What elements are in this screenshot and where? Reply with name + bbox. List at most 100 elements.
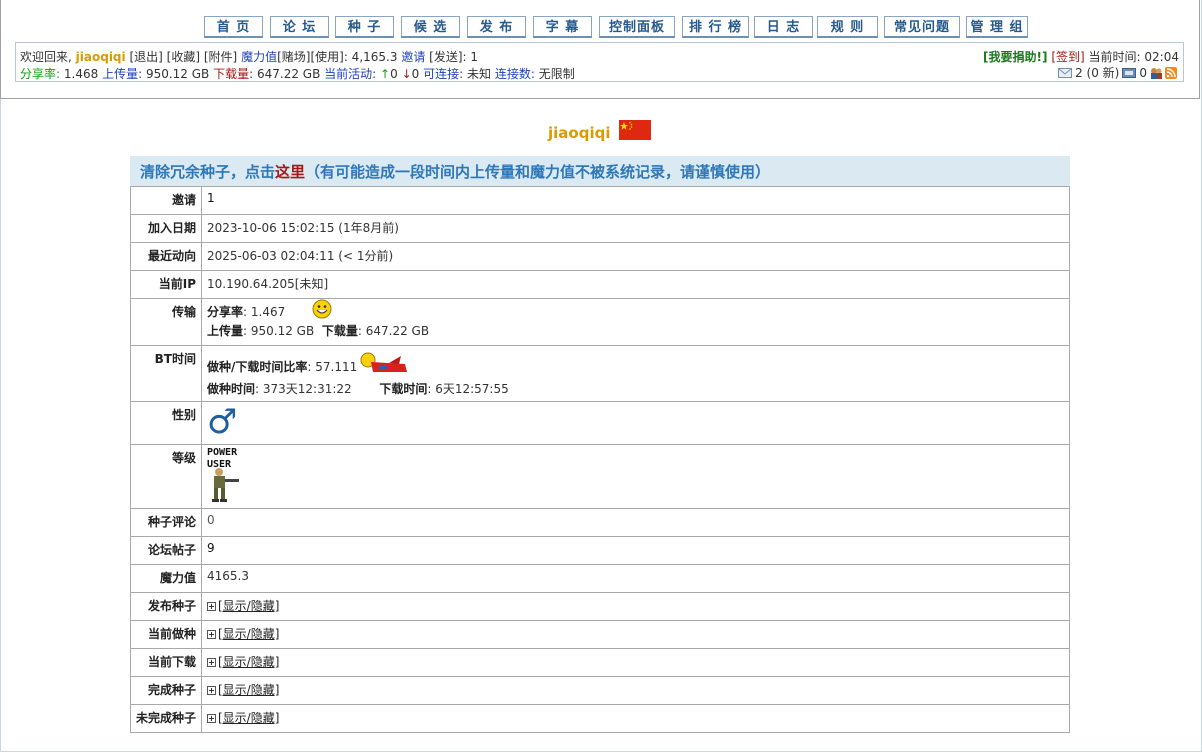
superman-icon xyxy=(360,352,407,372)
activity-label: 当前活动: xyxy=(324,67,377,81)
uploaded-label: 上传量: xyxy=(102,67,143,81)
bonus-value: 4165.3 xyxy=(201,564,1070,593)
gender-label: 性别 xyxy=(130,401,202,445)
expand-icon[interactable] xyxy=(207,602,216,611)
nav-subtitles[interactable]: 字 幕 xyxy=(533,16,592,38)
joined-value: 2023-10-06 15:02:15 (1年8月前) xyxy=(201,214,1070,243)
row-comments: 种子评论 0 xyxy=(130,508,1070,537)
seeding-count: 0 xyxy=(390,67,398,81)
bt-time-label: BT时间 xyxy=(130,345,202,402)
nav-rules[interactable]: 规 则 xyxy=(817,16,878,38)
nav-forum[interactable]: 论 坛 xyxy=(270,16,329,38)
row-bt-time: BT时间 做种/下载时间比率: 57.111 做种时间: 373天12:31:2… xyxy=(130,345,1070,402)
attachments-link[interactable]: [附件] xyxy=(204,50,237,64)
uploaded-torrents-label: 发布种子 xyxy=(130,592,202,621)
invite-value: 1 xyxy=(201,186,1070,215)
last-seen-value: 2025-06-03 02:04:11 (< 1分前) xyxy=(201,242,1070,271)
time-value: 02:04 xyxy=(1144,50,1179,64)
invite-link[interactable]: 邀请 xyxy=(401,50,425,64)
welcome-text: 欢迎回来, xyxy=(20,50,72,64)
seed-time-value: : 373天12:31:22 xyxy=(255,382,352,396)
toggle-seeding-torrents[interactable]: [显示/隐藏] xyxy=(218,627,279,641)
connectable-value: 未知 xyxy=(466,67,491,81)
status-right-1: [我要捐助!] [签到] 当前时间: 02:04 xyxy=(983,48,1179,65)
downloaded-value: : 647.22 GB xyxy=(357,324,430,338)
nav-home[interactable]: 首 页 xyxy=(204,16,263,38)
signin-link[interactable]: [签到] xyxy=(1051,50,1084,64)
row-ip: 当前IP 10.190.64.205[未知] xyxy=(130,270,1070,299)
toggle-completed-torrents[interactable]: [显示/隐藏] xyxy=(218,683,279,697)
uploaded-value: 950.12 GB xyxy=(145,67,210,81)
logout-link[interactable]: [退出] xyxy=(129,50,162,64)
nav-log[interactable]: 日 志 xyxy=(754,16,813,38)
nav-control-panel[interactable]: 控制面板 xyxy=(599,16,675,38)
downloaded-label: 下载量: xyxy=(213,67,254,81)
expand-icon[interactable] xyxy=(207,630,216,639)
connections-value: 无限制 xyxy=(538,67,575,81)
flag-icon xyxy=(619,120,651,140)
row-completed-torrents: 完成种子 [显示/隐藏] xyxy=(130,676,1070,705)
status-right-2: 2 (0 新) 0 xyxy=(1058,64,1177,81)
sent-count[interactable]: 0 xyxy=(1139,66,1147,80)
sent-mail-icon[interactable] xyxy=(1122,67,1137,78)
mail-icon[interactable] xyxy=(1058,67,1073,78)
nav-torrents[interactable]: 种 子 xyxy=(335,16,394,38)
bt-time-cell: 做种/下载时间比率: 57.111 做种时间: 373天12:31:22 下载时… xyxy=(201,345,1070,402)
inbox-count[interactable]: 2 (0 新) xyxy=(1075,64,1119,81)
nav-top10[interactable]: 排 行 榜 xyxy=(682,16,749,38)
row-class: 等级 POWER USER xyxy=(130,444,1070,509)
bookmarks-link[interactable]: [收藏] xyxy=(167,50,200,64)
transfer-label: 传输 xyxy=(130,298,202,346)
last-seen-label: 最近动向 xyxy=(130,242,202,271)
toggle-leeching-torrents[interactable]: [显示/隐藏] xyxy=(218,655,279,669)
posts-label: 论坛帖子 xyxy=(130,536,202,565)
row-invite: 邀请 1 xyxy=(130,186,1070,215)
bonus-value: [赌场][使用]: 4,165.3 xyxy=(277,50,398,64)
donate-link[interactable]: [我要捐助!] xyxy=(983,50,1047,64)
completed-torrents-label: 完成种子 xyxy=(130,676,202,705)
friends-icon[interactable] xyxy=(1150,67,1162,79)
downloaded-label: 下载量 xyxy=(321,324,358,338)
invite-value: [发送]: 1 xyxy=(429,50,479,64)
toggle-incomplete-torrents[interactable]: [显示/隐藏] xyxy=(218,711,279,725)
invite-label: 邀请 xyxy=(130,186,202,215)
leeching-torrents-cell: [显示/隐藏] xyxy=(201,648,1070,677)
seeding-torrents-label: 当前做种 xyxy=(130,620,202,649)
rss-icon[interactable] xyxy=(1165,66,1177,79)
ip-value: 10.190.64.205[未知] xyxy=(201,270,1070,299)
connectable-label: 可连接: xyxy=(423,67,464,81)
expand-icon[interactable] xyxy=(207,658,216,667)
ratio-value: 1.468 xyxy=(63,67,99,81)
leeching-icon: ↓ xyxy=(401,67,412,81)
username-link[interactable]: jiaoqiqi xyxy=(76,50,126,64)
uploaded-label: 上传量 xyxy=(207,324,244,338)
expand-icon[interactable] xyxy=(207,686,216,695)
status-row-2: 分享率: 1.468 上传量: 950.12 GB 下载量: 647.22 GB… xyxy=(20,65,575,82)
row-leeching-torrents: 当前下载 [显示/隐藏] xyxy=(130,648,1070,677)
dl-time-value: : 6天12:57:55 xyxy=(427,382,509,396)
leeching-torrents-label: 当前下载 xyxy=(130,648,202,677)
nav-offers[interactable]: 候 选 xyxy=(401,16,460,38)
nav-faq[interactable]: 常见问题 xyxy=(884,16,960,38)
posts-value[interactable]: 9 xyxy=(201,536,1070,565)
nav-upload[interactable]: 发 布 xyxy=(467,16,526,38)
expand-icon[interactable] xyxy=(207,714,216,723)
row-last-seen: 最近动向 2025-06-03 02:04:11 (< 1分前) xyxy=(130,242,1070,271)
seed-ratio-label: 做种/下载时间比率 xyxy=(207,360,308,374)
male-icon: ♂ xyxy=(207,402,238,442)
row-joined: 加入日期 2023-10-06 15:02:15 (1年8月前) xyxy=(130,214,1070,243)
toggle-uploaded-torrents[interactable]: [显示/隐藏] xyxy=(218,599,279,613)
banner-link[interactable]: 这里 xyxy=(275,163,305,181)
nav-staff[interactable]: 管 理 组 xyxy=(966,16,1028,38)
row-incomplete-torrents: 未完成种子 [显示/隐藏] xyxy=(130,704,1070,733)
row-transfer: 传输 分享率: 1.467 上传量: 950.12 GB 下载量: 647.22… xyxy=(130,298,1070,346)
ratio-value: : 1.467 xyxy=(243,305,286,319)
bonus-link[interactable]: 魔力值 xyxy=(241,50,277,64)
comments-value[interactable]: 0 xyxy=(201,508,1070,537)
class-badge-icon: POWER USER xyxy=(207,447,251,505)
row-bonus: 魔力值 4165.3 xyxy=(130,564,1070,593)
seed-ratio-value: : 57.111 xyxy=(307,360,358,374)
uploaded-value: : 950.12 GB xyxy=(243,324,315,338)
row-posts: 论坛帖子 9 xyxy=(130,536,1070,565)
completed-torrents-cell: [显示/隐藏] xyxy=(201,676,1070,705)
